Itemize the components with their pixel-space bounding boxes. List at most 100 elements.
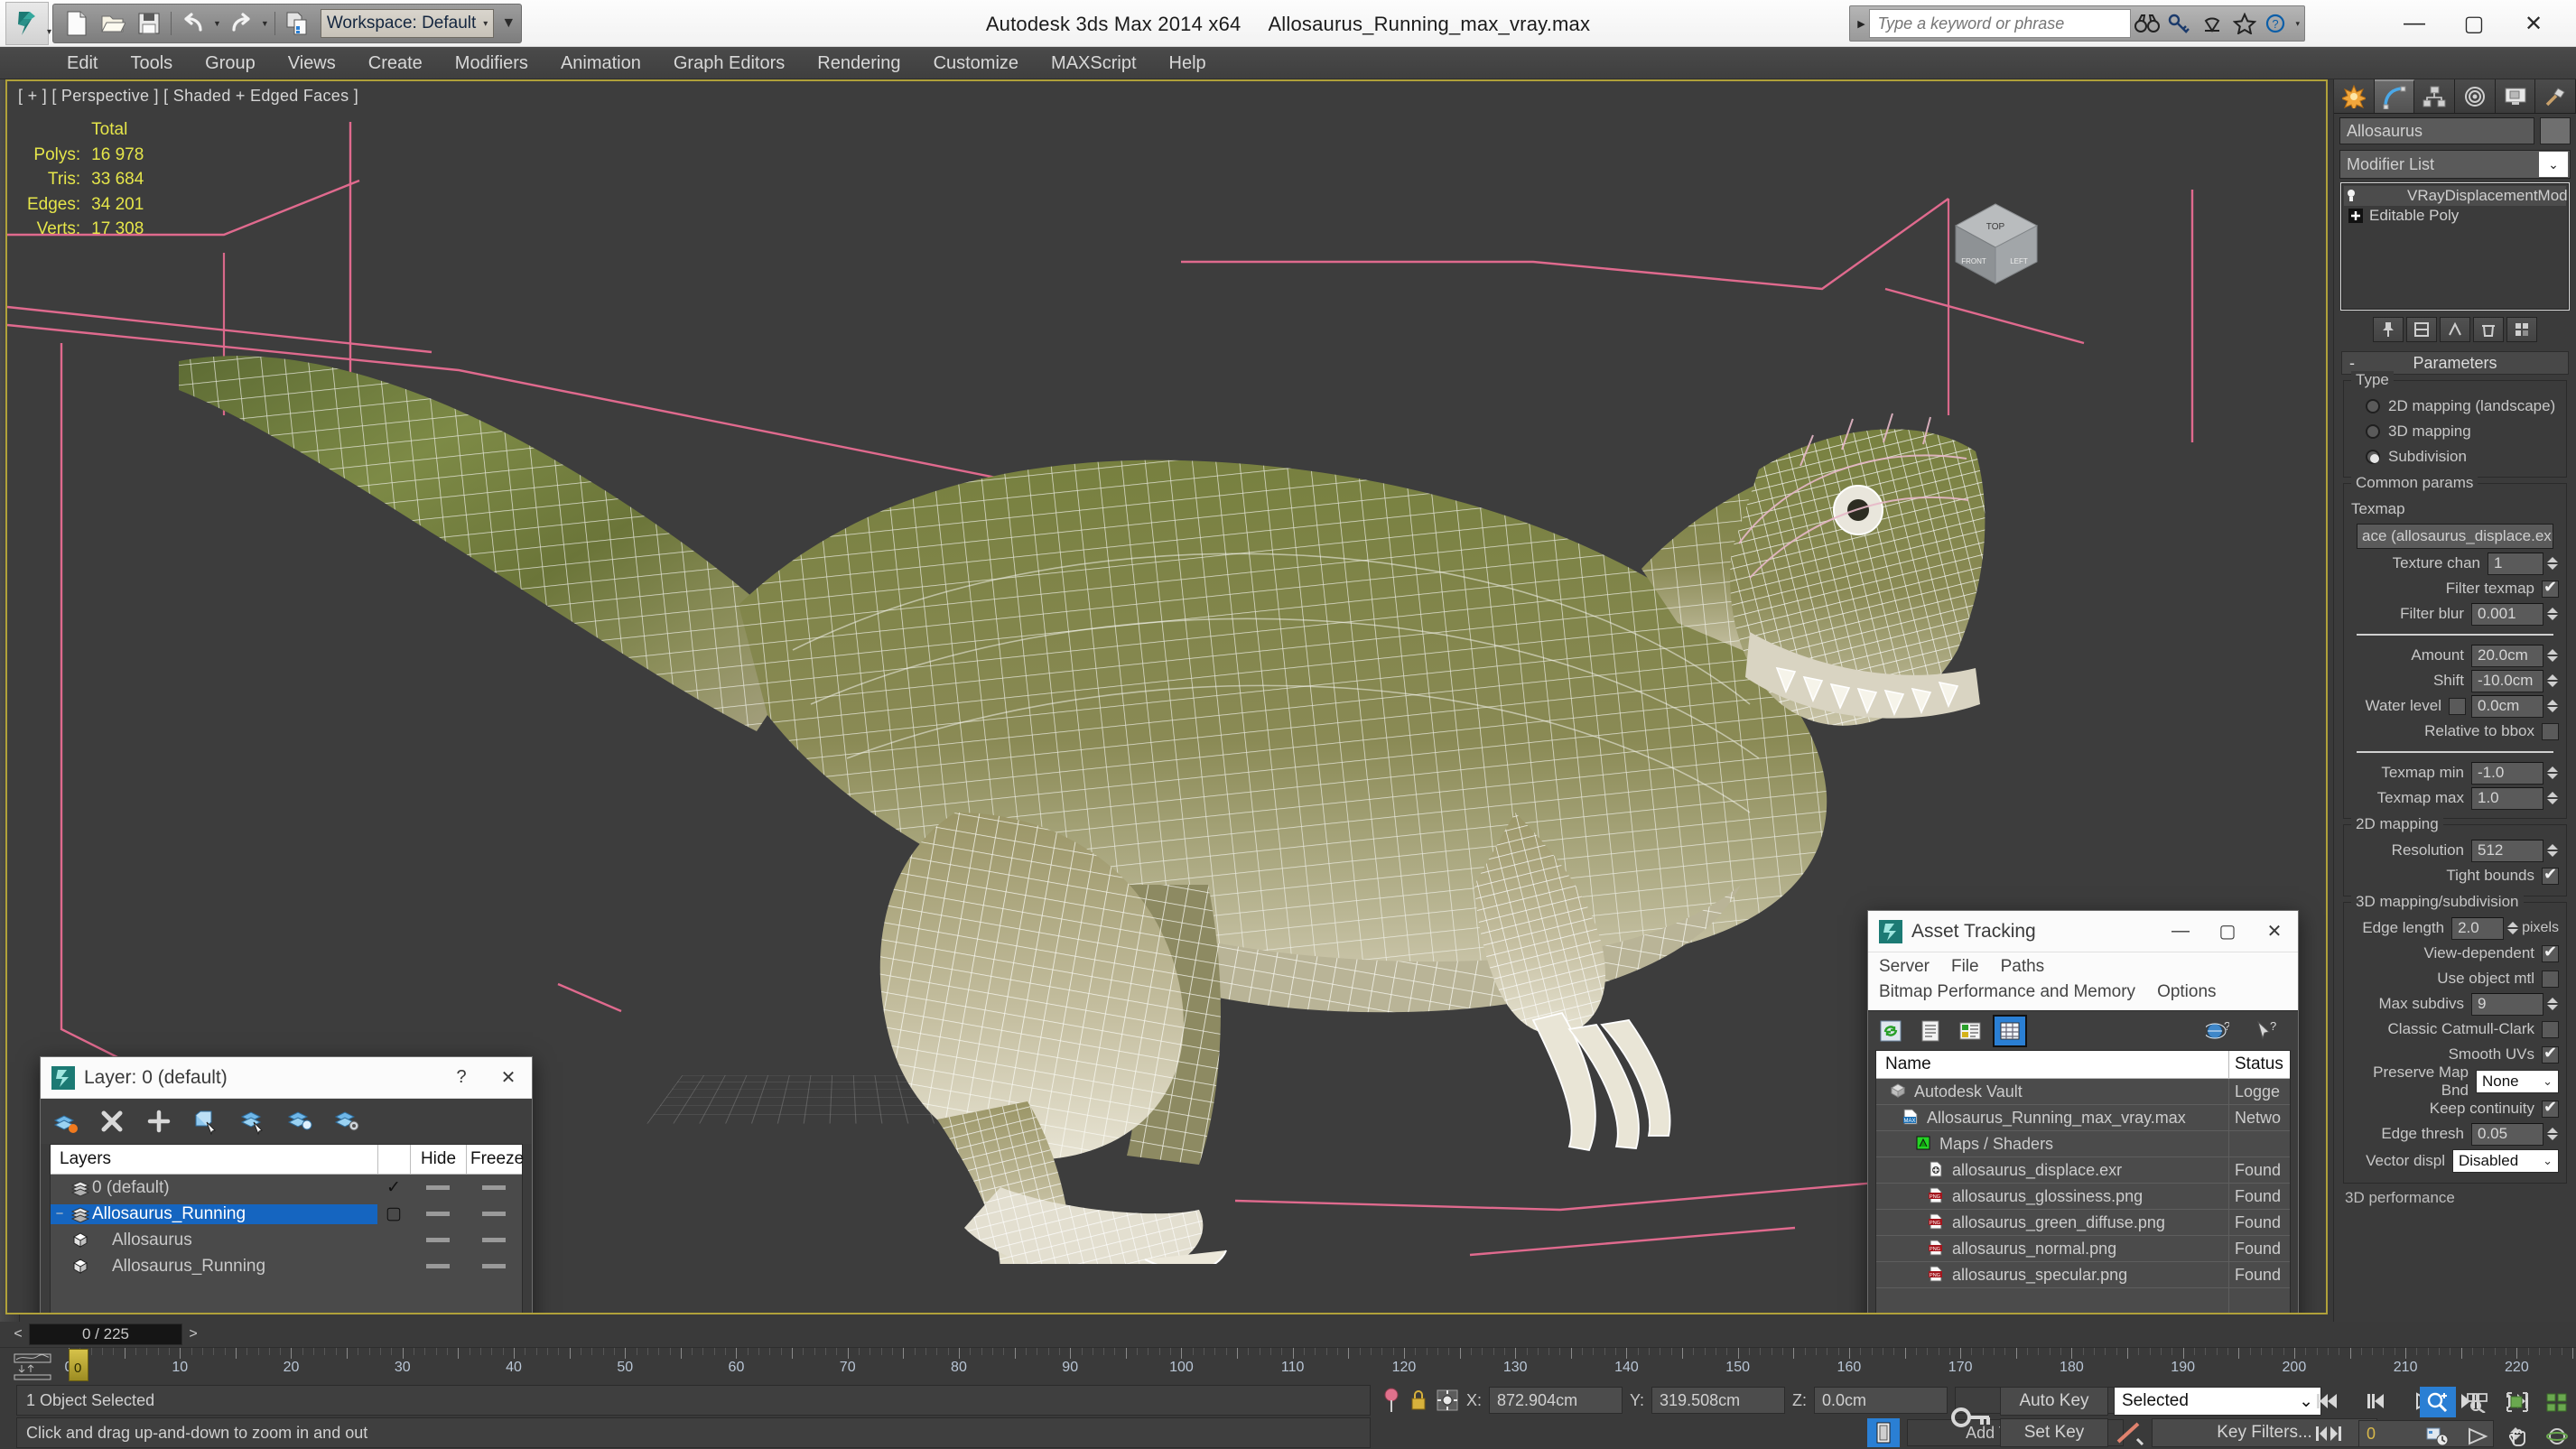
timeline-ruler[interactable]: 0 10 20 30 40 50 60 70 80 90 100 110 120 130 140 150 160… bbox=[65, 1348, 2576, 1383]
view-cube[interactable]: TOP FRONT LEFT bbox=[1938, 190, 2055, 298]
display-tab[interactable] bbox=[2495, 79, 2536, 113]
maximize-button[interactable]: ▢ bbox=[2444, 0, 2504, 47]
radio-3d-mapping[interactable]: 3D mapping bbox=[2351, 419, 2559, 444]
coord-x-field[interactable]: 872.904cm bbox=[1489, 1387, 1623, 1414]
edge-length-spinner[interactable] bbox=[2506, 917, 2519, 940]
qat-overflow-icon[interactable]: ▼ bbox=[501, 15, 516, 32]
perspective-viewport[interactable]: [ + ] [ Perspective ] [ Shaded + Edged F… bbox=[5, 79, 2328, 1314]
asset-row[interactable]: PNG allosaurus_green_diffuse.png Found bbox=[1876, 1209, 2290, 1236]
layer-row[interactable]: 0 (default) ✓ bbox=[51, 1175, 522, 1201]
zoom-icon[interactable] bbox=[2420, 1387, 2456, 1417]
filter-blur-field[interactable]: 0.001 bbox=[2471, 602, 2543, 626]
set-key-mode-icon[interactable] bbox=[1946, 1389, 1995, 1445]
key-mode-toggle-icon[interactable] bbox=[2311, 1419, 2346, 1448]
layer-freeze-cell[interactable] bbox=[466, 1238, 522, 1242]
menu-views[interactable]: Views bbox=[272, 47, 352, 79]
asset-row[interactable]: PNG allosaurus_specular.png Found bbox=[1876, 1261, 2290, 1288]
texmap-min-spinner[interactable] bbox=[2545, 762, 2559, 785]
track-bar[interactable]: 0 10 20 30 40 50 60 70 80 90 100 110 120 130 140 150 160… bbox=[0, 1347, 2576, 1383]
asset-tracking-window[interactable]: Asset Tracking — ▢ ✕ Server File Paths Bit… bbox=[1867, 910, 2299, 1313]
coord-z-field[interactable]: 0.0cm bbox=[1814, 1387, 1948, 1414]
satellite-icon[interactable] bbox=[2196, 8, 2228, 39]
grid-view-icon[interactable] bbox=[1993, 1014, 2027, 1047]
amount-spinner[interactable] bbox=[2545, 645, 2559, 667]
asset-row[interactable]: PNG allosaurus_normal.png Found bbox=[1876, 1235, 2290, 1262]
layer-hide-cell[interactable] bbox=[410, 1264, 466, 1268]
resolution-spinner[interactable] bbox=[2545, 840, 2559, 862]
asset-menu-bitmap-performance-and-memory[interactable]: Bitmap Performance and Memory bbox=[1868, 980, 2146, 1005]
open-mini-curve-editor-icon[interactable] bbox=[13, 1353, 52, 1380]
detail-view-icon[interactable] bbox=[1955, 1017, 1985, 1045]
asset-menu-server[interactable]: Server bbox=[1868, 954, 1940, 980]
highlight-selected-objects-layer-icon[interactable] bbox=[284, 1106, 315, 1137]
add-layer-icon[interactable] bbox=[144, 1106, 174, 1137]
delete-layer-icon[interactable] bbox=[97, 1106, 127, 1137]
asset-row[interactable]: Maps / Shaders bbox=[1876, 1130, 2290, 1157]
coord-y-field[interactable]: 319.508cm bbox=[1651, 1387, 1786, 1414]
radio-2d-mapping[interactable]: 2D mapping (landscape) bbox=[2351, 394, 2559, 419]
motion-tab[interactable] bbox=[2455, 79, 2496, 113]
texture-chan-spinner[interactable] bbox=[2545, 553, 2559, 575]
hierarchy-tab[interactable] bbox=[2414, 79, 2456, 113]
asset-menu-options[interactable]: Options bbox=[2146, 980, 2227, 1005]
workspace-selector[interactable]: Workspace: Default ▾ bbox=[320, 9, 495, 38]
create-tab[interactable] bbox=[2334, 79, 2375, 113]
layer-hide-cell[interactable] bbox=[410, 1185, 466, 1190]
view-dependent-checkbox[interactable] bbox=[2542, 943, 2559, 962]
auto-key-button[interactable]: Auto Key bbox=[2000, 1387, 2108, 1416]
remove-modifier-icon[interactable] bbox=[2473, 317, 2504, 342]
smooth-uvs-checkbox[interactable] bbox=[2542, 1044, 2559, 1064]
radio-3d-mapping-icon[interactable] bbox=[2366, 424, 2380, 439]
menu-help[interactable]: Help bbox=[1153, 47, 1223, 79]
menu-tools[interactable]: Tools bbox=[114, 47, 189, 79]
command-panel[interactable]: Allosaurus Modifier List ⌄ VRayDisplacem… bbox=[2333, 79, 2576, 1322]
menu-edit[interactable]: Edit bbox=[51, 47, 114, 79]
max-subdivs-field[interactable]: 9 bbox=[2471, 992, 2543, 1016]
undo-dropdown-icon[interactable]: ▼ bbox=[213, 19, 221, 28]
menu-animation[interactable]: Animation bbox=[544, 47, 657, 79]
help-globe-icon[interactable]: ? bbox=[2202, 1017, 2233, 1045]
make-unique-icon[interactable] bbox=[2440, 317, 2470, 342]
radio-subdivision[interactable]: Subdivision bbox=[2351, 444, 2559, 469]
refresh-icon[interactable] bbox=[1875, 1017, 1906, 1045]
app-menu-caret-icon[interactable]: ▾ bbox=[47, 27, 51, 37]
show-end-result-icon[interactable] bbox=[2406, 317, 2437, 342]
texture-chan-field[interactable]: 1 bbox=[2488, 552, 2543, 575]
water-level-spinner[interactable] bbox=[2545, 695, 2559, 718]
help-dropdown-icon[interactable]: ▾ bbox=[2295, 19, 2300, 29]
water-level-checkbox[interactable] bbox=[2449, 697, 2466, 715]
layer-row[interactable]: Allosaurus bbox=[51, 1227, 522, 1253]
layer-list[interactable]: Layers Hide Freeze 0 (default) ✓ − Allosaur… bbox=[50, 1144, 524, 1313]
current-frame-display[interactable]: 0 / 225 bbox=[29, 1324, 182, 1345]
edge-thresh-spinner[interactable] bbox=[2545, 1123, 2559, 1146]
key-tangent-icon[interactable] bbox=[2114, 1419, 2144, 1446]
use-object-mtl-checkbox[interactable] bbox=[2542, 970, 2559, 988]
keep-continuity-checkbox[interactable] bbox=[2542, 1098, 2559, 1118]
texmap-min-field[interactable]: -1.0 bbox=[2471, 761, 2543, 785]
edge-thresh-field[interactable]: 0.05 bbox=[2471, 1122, 2543, 1146]
shift-field[interactable]: -10.0cm bbox=[2471, 669, 2543, 692]
filter-blur-spinner[interactable] bbox=[2545, 603, 2559, 626]
layer-hide-cell[interactable] bbox=[410, 1238, 466, 1242]
asset-tracking-titlebar[interactable]: Asset Tracking — ▢ ✕ bbox=[1868, 911, 2298, 952]
modifier-stack-item[interactable]: VRayDisplacementMod bbox=[2344, 186, 2568, 206]
time-tag-icon[interactable] bbox=[1867, 1418, 1900, 1447]
layer-properties-icon[interactable] bbox=[331, 1106, 362, 1137]
menu-maxscript[interactable]: MAXScript bbox=[1035, 47, 1152, 79]
chevron-down-icon[interactable]: ⌄ bbox=[2539, 152, 2568, 177]
modifier-stack-item[interactable]: Editable Poly bbox=[2344, 206, 2566, 226]
go-to-start-icon[interactable] bbox=[2311, 1387, 2346, 1416]
filter-texmap-checkbox[interactable] bbox=[2542, 578, 2559, 598]
pan-icon[interactable] bbox=[2499, 1421, 2535, 1449]
snap-toggle-icon[interactable] bbox=[1436, 1389, 1459, 1412]
lightbulb-icon[interactable] bbox=[2344, 189, 2358, 203]
zoom-extents-icon[interactable] bbox=[2499, 1387, 2535, 1417]
redo-icon[interactable] bbox=[226, 8, 256, 39]
help-icon[interactable]: ? bbox=[2261, 8, 2293, 39]
pin-stack-icon[interactable] bbox=[2373, 317, 2404, 342]
infocenter-expand-icon[interactable]: ▶ bbox=[1853, 18, 1869, 30]
utilities-tab[interactable] bbox=[2535, 79, 2576, 113]
select-highlighted-layers-icon[interactable] bbox=[237, 1106, 268, 1137]
save-file-icon[interactable] bbox=[134, 8, 164, 39]
texmap-button[interactable]: ace (allosaurus_displace.exr) bbox=[2357, 524, 2553, 549]
